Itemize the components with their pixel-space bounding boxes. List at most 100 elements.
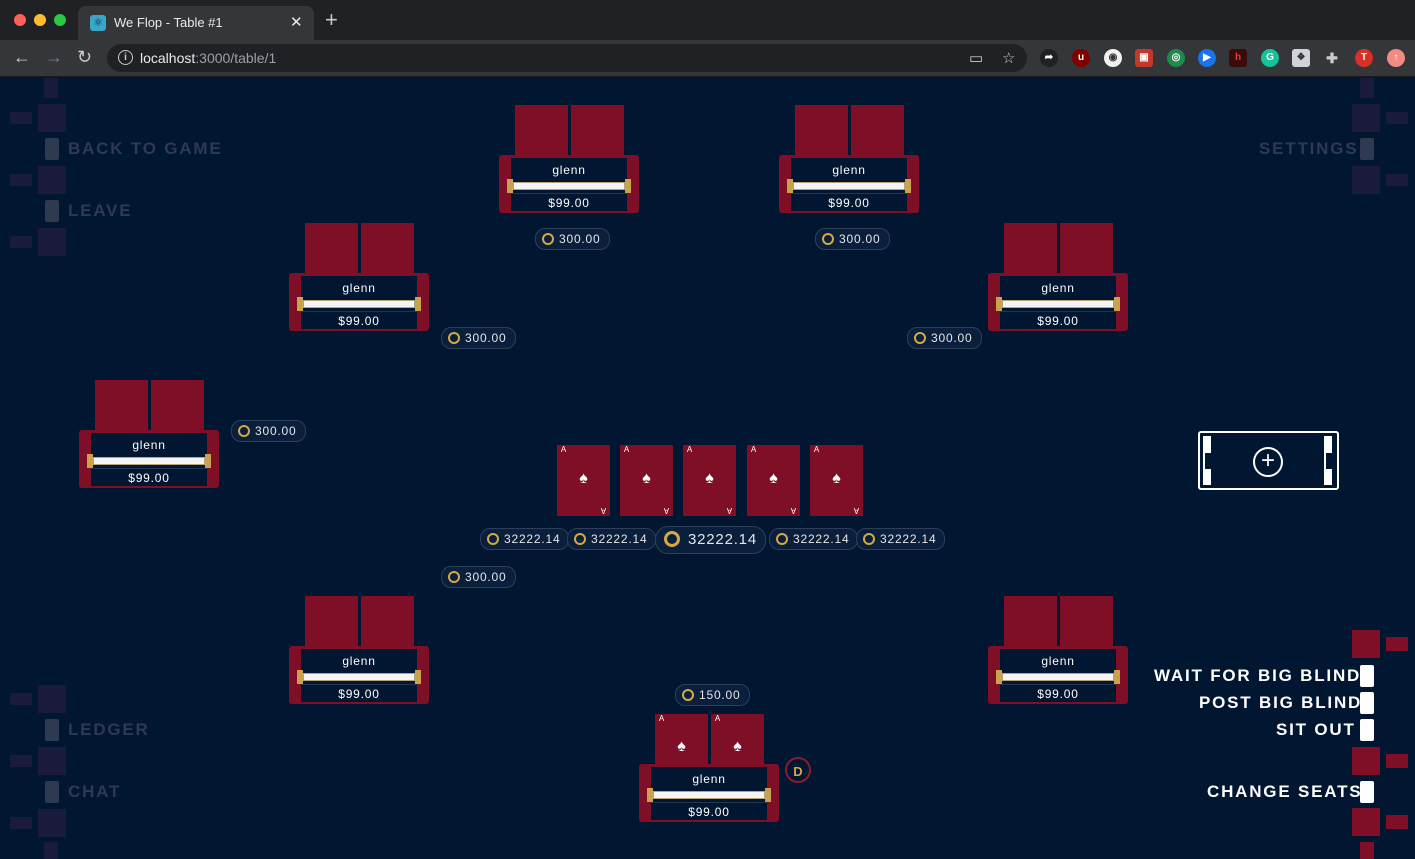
player-name: glenn <box>692 772 726 786</box>
player-seat[interactable]: glenn $99.00 <box>289 223 429 333</box>
bet-chip: 150.00 <box>675 684 750 706</box>
url-host: localhost <box>140 50 196 66</box>
menu-deco <box>1360 78 1374 98</box>
board-card: A ♠ A <box>620 445 673 516</box>
back-to-game-marker <box>45 138 59 160</box>
hole-card-back <box>361 596 414 648</box>
player-stack: $99.00 <box>1037 687 1079 701</box>
react-favicon-icon: ⚛ <box>90 15 106 31</box>
extension-ublock-icon[interactable]: u <box>1072 49 1090 67</box>
menu-deco <box>1360 842 1374 859</box>
extension-play-icon[interactable]: ▶ <box>1198 49 1216 67</box>
update-icon[interactable]: ↑ <box>1387 49 1405 67</box>
browser-tab[interactable]: ⚛ We Flop - Table #1 ✕ <box>78 6 314 40</box>
seat-panel: glenn $99.00 <box>647 767 771 820</box>
settings-button[interactable]: SETTINGS <box>1259 139 1358 159</box>
reload-icon[interactable]: ↻ <box>77 47 92 68</box>
seat-panel: glenn $99.00 <box>297 649 421 702</box>
chat-marker <box>45 781 59 803</box>
board-card: A ♠ A <box>747 445 800 516</box>
site-info-icon[interactable]: i <box>118 50 133 65</box>
player-seat[interactable]: glenn $99.00 <box>988 223 1128 333</box>
timer-bar <box>297 670 421 684</box>
side-pot: 32222.14 <box>480 528 570 550</box>
menu-deco <box>38 228 66 256</box>
hole-card-back <box>1004 223 1057 275</box>
menu-deco <box>10 174 32 186</box>
menu-deco <box>38 747 66 775</box>
extension-paw-icon[interactable]: ❖ <box>1292 49 1310 67</box>
side-pot: 32222.14 <box>567 528 657 550</box>
maximize-window-button[interactable] <box>54 14 66 26</box>
coin-icon <box>487 533 499 545</box>
timer-bar <box>87 454 211 468</box>
extension-target-icon[interactable]: ◎ <box>1167 49 1185 67</box>
extension-arrow-icon[interactable]: ➦ <box>1040 49 1058 67</box>
leave-button[interactable]: LEAVE <box>68 201 132 221</box>
ledger-button[interactable]: LEDGER <box>68 720 150 740</box>
coin-icon <box>682 689 694 701</box>
seat-plate: glenn $99.00 <box>289 646 429 704</box>
menu-deco <box>38 104 66 132</box>
seat-plate: glenn $99.00 <box>289 273 429 331</box>
extension-circle-icon[interactable]: ◉ <box>1104 49 1122 67</box>
sit-out-label: SIT OUT <box>1276 720 1356 739</box>
coin-icon <box>542 233 554 245</box>
coin-icon <box>914 332 926 344</box>
menu-deco <box>10 693 32 705</box>
seat-plate: glenn $99.00 <box>79 430 219 488</box>
empty-seat-join-button[interactable]: + <box>1198 431 1339 490</box>
seat-plate: glenn $99.00 <box>779 155 919 213</box>
browser-tab-strip: ⚛ We Flop - Table #1 ✕ + <box>0 0 1415 40</box>
seat-plate: glenn $99.00 <box>499 155 639 213</box>
change-seats-toggle[interactable] <box>1360 781 1374 803</box>
player-seat[interactable]: glenn $99.00 <box>499 105 639 215</box>
menu-deco <box>38 166 66 194</box>
url-path: :3000/table/1 <box>195 50 277 66</box>
extension-h-icon[interactable]: h <box>1229 49 1247 67</box>
seat-plate: glenn $99.00 <box>639 764 779 822</box>
player-name: glenn <box>342 281 376 295</box>
cast-icon[interactable]: ▭ <box>969 49 983 67</box>
new-tab-icon[interactable]: + <box>325 9 338 31</box>
change-seats-button[interactable]: CHANGE SEATS <box>1207 782 1362 802</box>
player-seat[interactable]: glenn $99.00 <box>779 105 919 215</box>
coin-icon <box>776 533 788 545</box>
tab-title: We Flop - Table #1 <box>114 15 223 30</box>
extension-grammarly-icon[interactable]: G <box>1261 49 1279 67</box>
profile-avatar[interactable]: T <box>1355 49 1373 67</box>
coin-icon <box>238 425 250 437</box>
menu-deco <box>1386 174 1408 186</box>
post-big-blind-toggle[interactable] <box>1360 692 1374 714</box>
player-stack: $99.00 <box>548 196 590 210</box>
hole-card-back <box>361 223 414 275</box>
leave-marker <box>45 200 59 222</box>
spade-icon: ♠ <box>642 470 651 487</box>
address-bar[interactable]: i localhost:3000/table/1 ▭ ☆ <box>107 44 1027 72</box>
back-arrow-icon[interactable]: ← <box>13 47 31 68</box>
player-stack: $99.00 <box>688 805 730 819</box>
player-stack: $99.00 <box>338 687 380 701</box>
close-tab-icon[interactable]: ✕ <box>290 13 303 31</box>
player-stack: $99.00 <box>338 314 380 328</box>
hero-seat[interactable]: glenn $99.00 <box>639 714 779 824</box>
close-window-button[interactable] <box>14 14 26 26</box>
player-seat[interactable]: glenn $99.00 <box>79 380 219 490</box>
extensions-puzzle-icon[interactable]: ✚ <box>1323 49 1341 67</box>
seat-panel: glenn $99.00 <box>996 649 1120 702</box>
extension-gift-icon[interactable]: ▣ <box>1135 49 1153 67</box>
wait-for-big-blind-toggle[interactable] <box>1360 665 1374 687</box>
bet-chip: 300.00 <box>441 566 516 588</box>
player-seat[interactable]: glenn $99.00 <box>289 596 429 706</box>
back-to-game-button[interactable]: BACK TO GAME <box>68 139 222 159</box>
chat-button[interactable]: CHAT <box>68 782 121 802</box>
spade-icon: ♠ <box>705 470 714 487</box>
forward-arrow-icon[interactable]: → <box>45 47 63 68</box>
sit-out-toggle[interactable] <box>1360 719 1374 741</box>
player-seat[interactable]: glenn $99.00 <box>988 596 1128 706</box>
bookmark-star-icon[interactable]: ☆ <box>1002 49 1015 67</box>
coin-icon <box>448 571 460 583</box>
timer-bar <box>787 179 911 193</box>
player-name: glenn <box>552 163 586 177</box>
minimize-window-button[interactable] <box>34 14 46 26</box>
